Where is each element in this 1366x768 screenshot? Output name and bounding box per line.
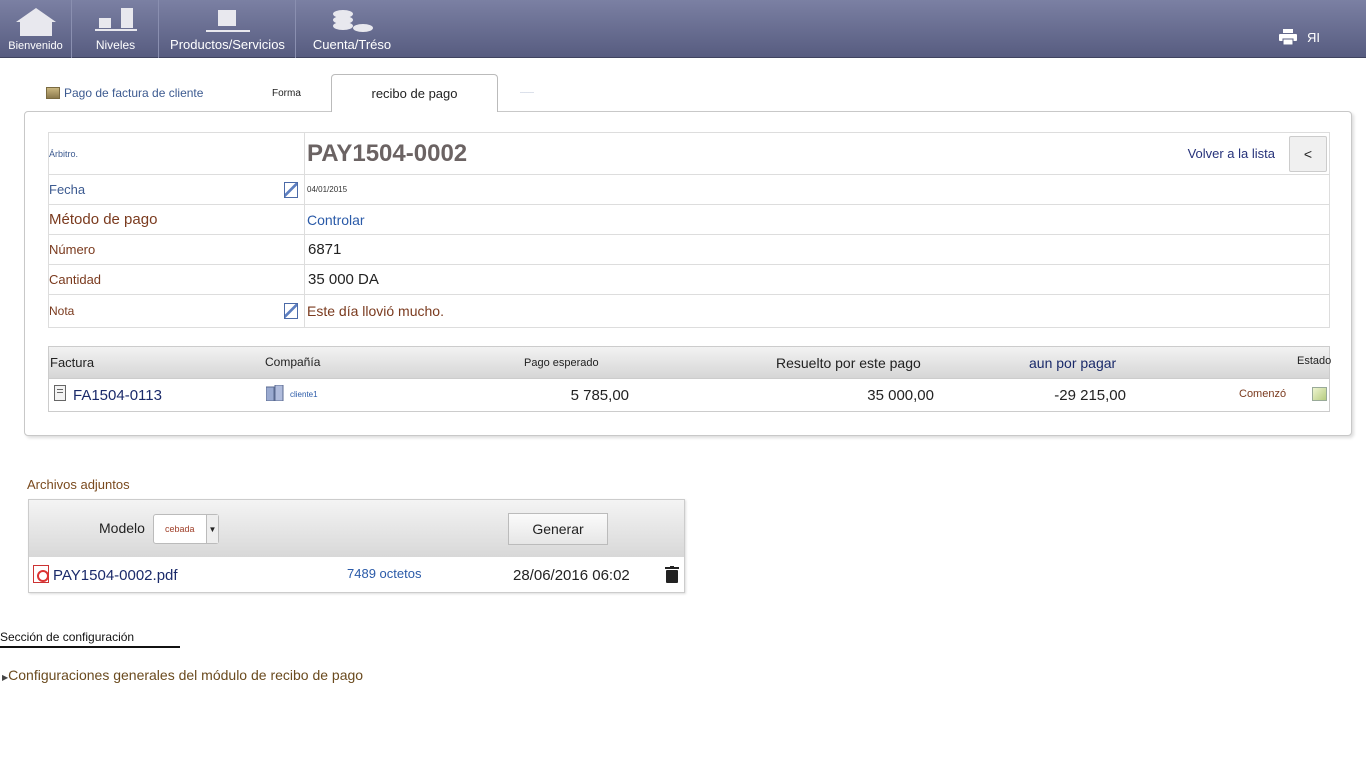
menu-levels-label: Niveles bbox=[95, 38, 136, 52]
tab-extra[interactable]: ······· bbox=[520, 74, 534, 112]
levels-icon bbox=[94, 8, 137, 31]
user-initials[interactable]: ЯI bbox=[1307, 30, 1320, 45]
menu-levels[interactable]: Niveles bbox=[73, 0, 159, 58]
tab-form[interactable]: Forma bbox=[272, 74, 301, 112]
row-method: Método de pago Controlar bbox=[49, 205, 1329, 235]
config-general-settings[interactable]: ▶Configuraciones generales del módulo de… bbox=[2, 667, 363, 683]
coins-icon bbox=[333, 10, 373, 32]
amount-value: 35 000 DA bbox=[308, 271, 379, 288]
company-icon bbox=[266, 385, 284, 401]
table-row: FA1504-0113 cliente1 5 785,00 35 000,00 … bbox=[49, 379, 1329, 411]
menu-account-label: Cuenta/Tréso bbox=[312, 37, 392, 52]
row-amount: Cantidad 35 000 DA bbox=[49, 265, 1329, 295]
col-expected: Pago esperado bbox=[524, 357, 599, 369]
date-value: 04/01/2015 bbox=[307, 185, 348, 194]
company-link[interactable]: cliente1 bbox=[290, 390, 318, 399]
status-text: Comenzó bbox=[1239, 388, 1287, 400]
invoice-icon bbox=[54, 385, 66, 401]
model-select[interactable]: cebada ▼ bbox=[153, 514, 219, 544]
ref-value: PAY1504-0002 bbox=[307, 139, 468, 167]
products-icon bbox=[205, 10, 250, 32]
expected-value: 5 785,00 bbox=[570, 387, 629, 404]
invoice-link[interactable]: FA1504-0113 bbox=[73, 387, 162, 404]
payment-card: Árbitro. PAY1504-0002 Volver a la lista … bbox=[24, 111, 1352, 436]
previous-button[interactable]: < bbox=[1289, 136, 1327, 172]
tab-form-label: Forma bbox=[272, 87, 301, 99]
col-invoice: Factura bbox=[50, 355, 95, 370]
generate-button[interactable]: Generar bbox=[508, 513, 608, 545]
amount-label: Cantidad bbox=[49, 272, 102, 287]
invoice-table: Factura Compañía Pago esperado Resuelto … bbox=[48, 346, 1332, 412]
row-date: Fecha 04/01/2015 bbox=[49, 175, 1329, 205]
attachments-title: Archivos adjuntos bbox=[27, 477, 130, 492]
tab-invoice-payment[interactable]: Pago de factura de cliente bbox=[46, 74, 203, 112]
edit-date-icon[interactable] bbox=[284, 181, 298, 198]
number-label: Número bbox=[49, 242, 96, 257]
attachment-file-date: 28/06/2016 06:02 bbox=[513, 567, 630, 584]
menu-products-label: Productos/Servicios bbox=[170, 37, 285, 52]
print-icon[interactable] bbox=[1279, 29, 1297, 45]
row-ref: Árbitro. PAY1504-0002 Volver a la lista … bbox=[49, 133, 1329, 175]
chevron-down-icon[interactable]: ▼ bbox=[206, 515, 218, 543]
row-note: Nota Este día llovió mucho. bbox=[49, 295, 1329, 327]
invoice-table-header: Factura Compañía Pago esperado Resuelto … bbox=[49, 347, 1332, 379]
col-company: Compañía bbox=[265, 355, 321, 369]
invoice-payment-icon bbox=[46, 87, 60, 99]
tab-invoice-payment-label: Pago de factura de cliente bbox=[64, 86, 204, 100]
method-label: Método de pago bbox=[49, 211, 158, 228]
attachment-file-link[interactable]: PAY1504-0002.pdf bbox=[53, 567, 178, 584]
model-label: Modelo bbox=[99, 520, 145, 536]
col-remaining: aun por pagar bbox=[1029, 355, 1117, 371]
col-resolved: Resuelto por este pago bbox=[776, 355, 921, 371]
home-icon bbox=[15, 8, 56, 36]
method-value: Controlar bbox=[307, 211, 365, 228]
payment-fields: Árbitro. PAY1504-0002 Volver a la lista … bbox=[48, 132, 1330, 328]
row-number: Número 6871 bbox=[49, 235, 1329, 265]
attachment-row: PAY1504-0002.pdf 7489 octetos 28/06/2016… bbox=[29, 557, 684, 593]
note-value: Este día llovió mucho. bbox=[307, 303, 444, 319]
pdf-icon bbox=[33, 565, 49, 583]
menu-products[interactable]: Productos/Servicios bbox=[160, 0, 296, 58]
back-to-list-link[interactable]: Volver a la lista bbox=[1188, 146, 1275, 161]
edit-note-icon[interactable] bbox=[284, 303, 298, 319]
note-label: Nota bbox=[49, 304, 75, 318]
tab-receipt[interactable]: recibo de pago bbox=[331, 74, 498, 112]
attachments-box: Modelo cebada ▼ Generar PAY1504-0002.pdf… bbox=[28, 499, 685, 593]
attachment-file-size: 7489 octetos bbox=[347, 566, 422, 581]
remaining-value: -29 215,00 bbox=[1054, 387, 1126, 404]
tabs-bar: Pago de factura de cliente Forma recibo … bbox=[24, 74, 1352, 112]
number-value: 6871 bbox=[308, 241, 342, 258]
tab-extra-label: ······· bbox=[520, 90, 534, 96]
menu-account[interactable]: Cuenta/Tréso bbox=[297, 0, 407, 58]
menu-home-label: Bienvenido bbox=[8, 40, 63, 52]
menu-home[interactable]: Bienvenido bbox=[0, 0, 72, 58]
ref-label: Árbitro. bbox=[49, 148, 79, 159]
col-status: Estado bbox=[1297, 355, 1332, 367]
tab-receipt-label: recibo de pago bbox=[371, 86, 458, 101]
status-icon bbox=[1312, 387, 1327, 401]
top-right-tools: ЯI bbox=[1279, 29, 1320, 45]
attachments-header: Modelo cebada ▼ Generar bbox=[29, 500, 684, 557]
model-select-value: cebada bbox=[165, 524, 195, 534]
config-section-title: Sección de configuración bbox=[0, 630, 180, 648]
top-menu-bar: Bienvenido Niveles Productos/Servicios C… bbox=[0, 0, 1366, 58]
trash-icon[interactable] bbox=[665, 566, 679, 583]
resolved-value: 35 000,00 bbox=[867, 387, 934, 404]
date-label: Fecha bbox=[49, 182, 86, 197]
config-general-settings-label: Configuraciones generales del módulo de … bbox=[8, 667, 364, 683]
